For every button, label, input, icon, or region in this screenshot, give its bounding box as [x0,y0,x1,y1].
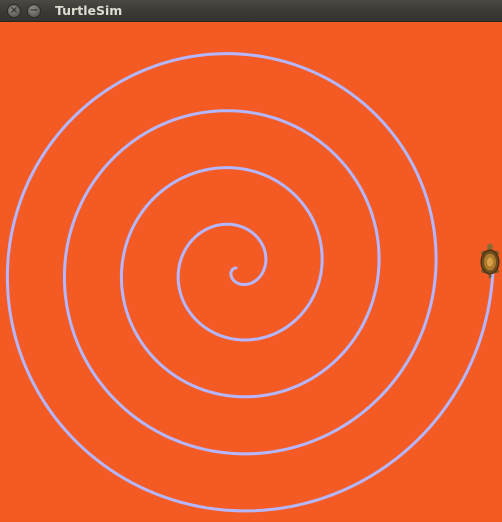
turtle-canvas [0,22,502,522]
spiral-trail [5,52,495,513]
minimize-icon: − [29,5,39,16]
close-button[interactable]: × [7,4,21,18]
title-bar[interactable]: × − TurtleSim [0,0,502,22]
drawing-surface [5,52,500,513]
close-icon: × [9,5,19,16]
turtlesim-window: × − TurtleSim [0,0,502,522]
minimize-button[interactable]: − [27,4,41,18]
turtle-icon [480,243,500,279]
window-title: TurtleSim [55,3,123,18]
